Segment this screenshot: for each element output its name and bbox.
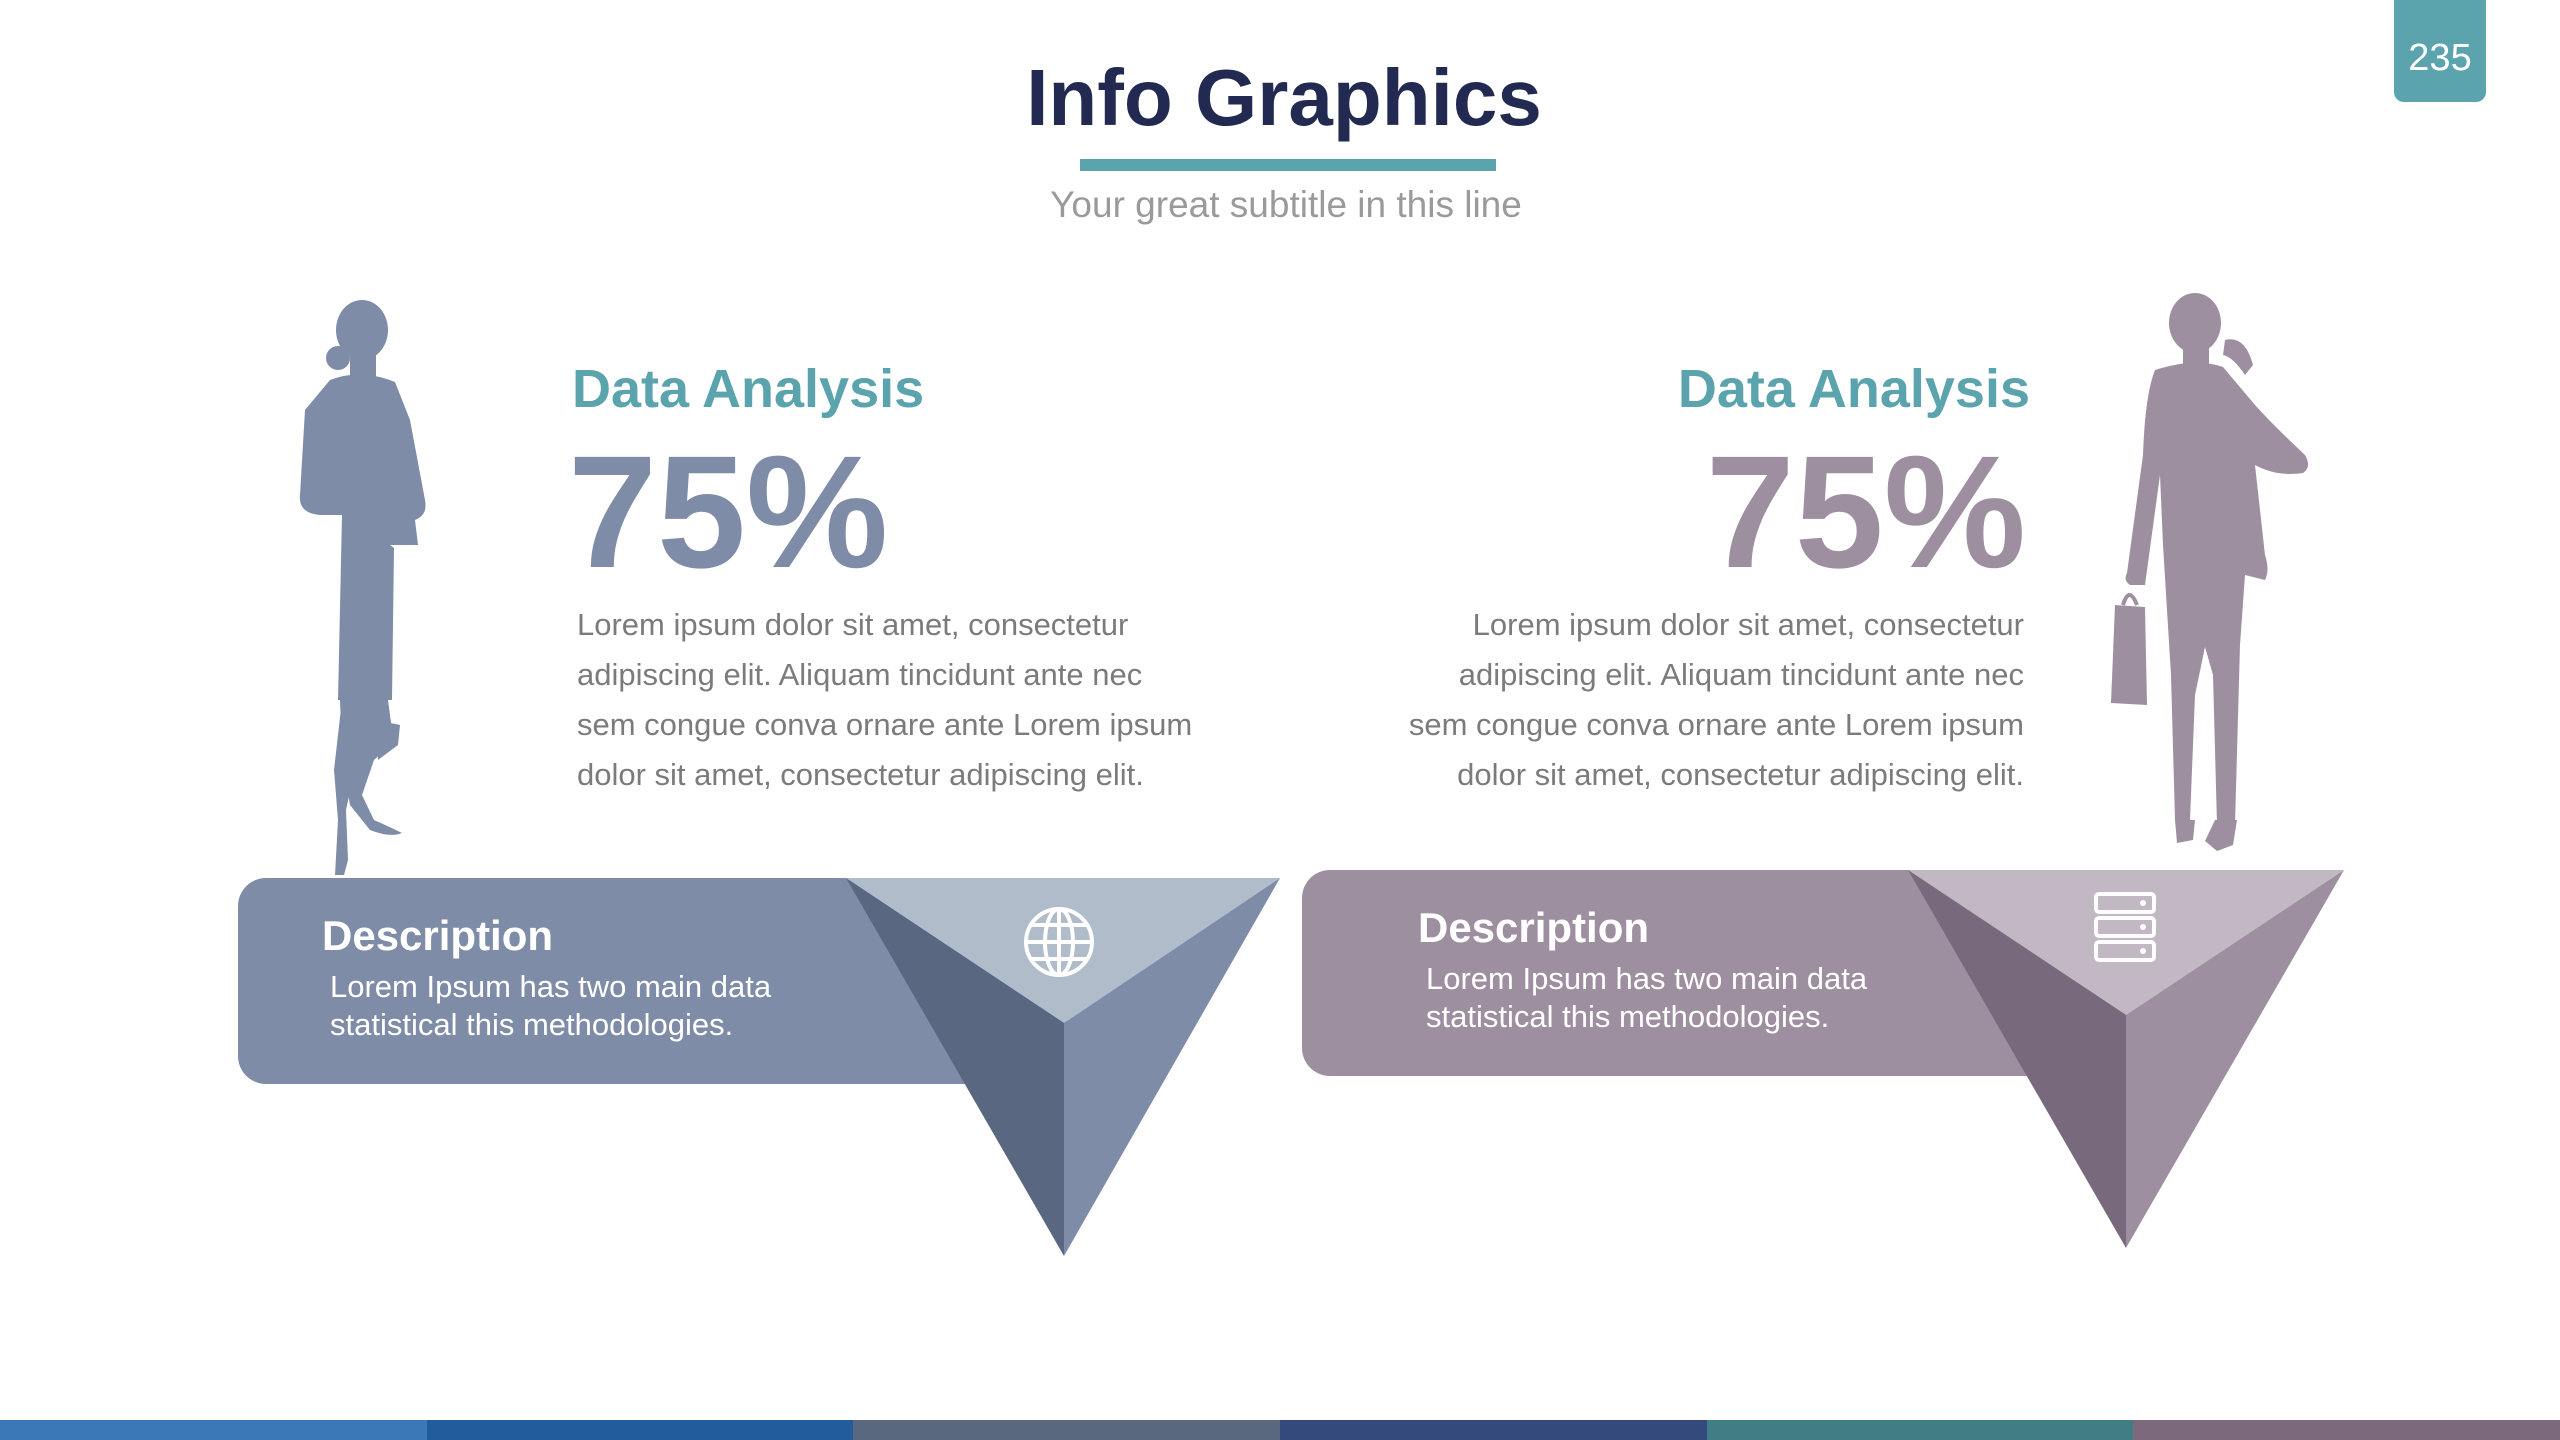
globe-icon	[1024, 907, 1094, 977]
stripe-segment	[853, 1420, 1281, 1440]
left-heading: Data Analysis	[572, 359, 925, 419]
slide-subtitle: Your great subtitle in this line	[1050, 184, 1522, 225]
right-percent: 75%	[1705, 422, 2026, 601]
left-description-title: Description	[322, 912, 554, 959]
bottom-color-stripe	[0, 1420, 2560, 1440]
left-description-text: Lorem Ipsum has two main data statistica…	[330, 969, 772, 1042]
left-percent: 75%	[568, 422, 889, 601]
stripe-segment	[0, 1420, 427, 1440]
stripe-segment	[2133, 1420, 2560, 1440]
businesswoman-silhouette-icon	[299, 300, 426, 875]
left-body-text: Lorem ipsum dolor sit amet, consectetur …	[577, 607, 1193, 792]
stripe-segment	[1280, 1420, 1707, 1440]
slide-title: Info Graphics	[1026, 53, 1542, 142]
server-icon	[2094, 892, 2156, 962]
title-underline	[1080, 159, 1496, 171]
page-number-badge: 235	[2394, 0, 2486, 102]
stripe-segment	[1706, 1420, 2134, 1440]
businessman-silhouette-icon	[2111, 293, 2309, 851]
right-description-text: Lorem Ipsum has two main data statistica…	[1426, 961, 1868, 1034]
right-body-text: Lorem ipsum dolor sit amet, consectetur …	[1408, 607, 2024, 792]
stripe-segment	[426, 1420, 854, 1440]
right-heading: Data Analysis	[1677, 359, 2030, 419]
right-description-title: Description	[1418, 904, 1650, 951]
